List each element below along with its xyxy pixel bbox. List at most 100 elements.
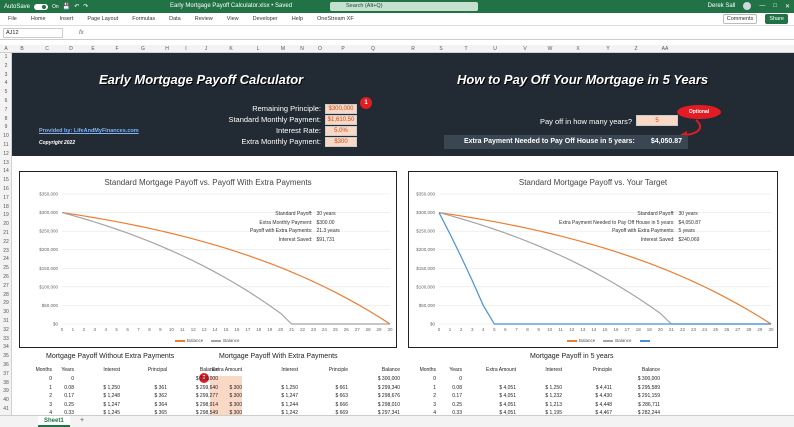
table-cell[interactable]: $ 4,051 <box>470 392 516 400</box>
standard-payment-value[interactable]: $1,610.50 <box>325 115 357 125</box>
close-icon[interactable]: ✕ <box>785 3 790 10</box>
table-cell[interactable]: 0.25 <box>54 401 74 409</box>
table-cell[interactable]: $ 4,448 <box>570 401 612 409</box>
table-cell[interactable]: $ 300 <box>196 392 242 400</box>
row-header[interactable]: 34 <box>0 344 12 350</box>
row-header[interactable]: 37 <box>0 371 12 377</box>
column-header[interactable]: O <box>318 45 322 53</box>
table-cell[interactable]: 0 <box>410 375 436 383</box>
column-header[interactable]: I <box>185 45 186 53</box>
table-cell[interactable]: $ 298,676 <box>358 392 400 400</box>
row-header[interactable]: 39 <box>0 388 12 394</box>
tab-insert[interactable]: Insert <box>60 16 74 22</box>
row-header[interactable]: 3 <box>0 72 12 78</box>
chart-your-target[interactable]: Standard Mortgage Payoff vs. Your Target… <box>408 171 778 348</box>
save-icon[interactable]: 💾 <box>63 3 70 10</box>
column-header[interactable]: V <box>523 45 526 53</box>
column-header[interactable]: W <box>548 45 553 53</box>
table-cell[interactable]: $ 1,244 <box>254 401 298 409</box>
minimize-icon[interactable]: — <box>759 3 765 9</box>
tab-developer[interactable]: Developer <box>253 16 278 22</box>
column-header[interactable]: AA <box>662 45 669 53</box>
row-header[interactable]: 9 <box>0 124 12 130</box>
table-cell[interactable]: 1 <box>410 384 436 392</box>
table-cell[interactable]: $ 362 <box>131 392 167 400</box>
row-header[interactable]: 27 <box>0 283 12 289</box>
row-header[interactable]: 6 <box>0 98 12 104</box>
table-cell[interactable]: $ 1,248 <box>84 392 120 400</box>
row-header[interactable]: 35 <box>0 353 12 359</box>
table-cell[interactable]: 0.17 <box>54 392 74 400</box>
table-cell[interactable]: $ 1,250 <box>84 384 120 392</box>
redo-icon[interactable]: ↷ <box>83 3 88 10</box>
table-cell[interactable]: $ 1,247 <box>254 392 298 400</box>
row-header[interactable]: 7 <box>0 107 12 113</box>
row-header[interactable]: 21 <box>0 230 12 236</box>
column-header[interactable]: R <box>411 45 415 53</box>
column-header[interactable]: G <box>141 45 145 53</box>
row-header[interactable]: 23 <box>0 248 12 254</box>
row-header[interactable]: 13 <box>0 160 12 166</box>
table-cell[interactable]: $ 300,000 <box>176 375 218 383</box>
undo-icon[interactable]: ↶ <box>74 3 79 10</box>
row-header[interactable]: 18 <box>0 204 12 210</box>
column-header[interactable]: C <box>45 45 49 53</box>
column-header[interactable]: F <box>115 45 118 53</box>
table-cell[interactable]: 0 <box>434 375 462 383</box>
column-header[interactable]: X <box>576 45 579 53</box>
row-header[interactable]: 29 <box>0 300 12 306</box>
table-cell[interactable]: 0 <box>26 375 52 383</box>
table-cell[interactable]: $ 4,430 <box>570 392 612 400</box>
table-cell[interactable]: $ 291,159 <box>618 392 660 400</box>
column-header[interactable]: N <box>300 45 304 53</box>
sheet-tab[interactable]: Sheet1 <box>38 416 70 427</box>
table-cell[interactable]: 3 <box>410 401 436 409</box>
column-header[interactable]: S <box>439 45 442 53</box>
fx-icon[interactable]: fx <box>79 30 84 36</box>
row-header[interactable]: 24 <box>0 256 12 262</box>
share-button[interactable]: Share <box>765 14 788 24</box>
row-header[interactable]: 36 <box>0 362 12 368</box>
row-header[interactable]: 30 <box>0 309 12 315</box>
table-cell[interactable]: $ 4,411 <box>570 384 612 392</box>
row-header[interactable]: 41 <box>0 406 12 412</box>
tab-data[interactable]: Data <box>169 16 181 22</box>
table-cell[interactable]: $ 300 <box>196 384 242 392</box>
table-cell[interactable]: 1 <box>26 384 52 392</box>
provided-by-link[interactable]: Provided by: LifeAndMyFinances.com <box>39 128 139 134</box>
row-header[interactable]: 26 <box>0 274 12 280</box>
tab-page-layout[interactable]: Page Layout <box>87 16 118 22</box>
row-header[interactable]: 38 <box>0 380 12 386</box>
chart-extra-payments[interactable]: Standard Mortgage Payoff vs. Payoff With… <box>19 171 397 348</box>
table-cell[interactable]: $ 1,232 <box>524 392 562 400</box>
avatar[interactable] <box>743 2 752 10</box>
column-header[interactable]: L <box>257 45 260 53</box>
comments-button[interactable]: Comments <box>722 14 758 24</box>
search-input[interactable]: Search (Alt+Q) <box>330 2 478 11</box>
table-cell[interactable]: $ 661 <box>302 384 348 392</box>
autosave-toggle[interactable] <box>34 3 49 10</box>
table-cell[interactable]: $ 663 <box>302 392 348 400</box>
row-header[interactable]: 20 <box>0 221 12 227</box>
interest-rate-input[interactable]: 5.0% <box>325 126 357 136</box>
row-header[interactable]: 25 <box>0 265 12 271</box>
row-header[interactable]: 8 <box>0 116 12 122</box>
table-cell[interactable]: 0.08 <box>434 384 462 392</box>
row-header[interactable]: 28 <box>0 292 12 298</box>
column-header[interactable]: A <box>4 45 7 53</box>
tab-onestream[interactable]: OneStream XF <box>317 16 354 22</box>
column-header[interactable]: J <box>205 45 208 53</box>
row-header[interactable]: 15 <box>0 177 12 183</box>
table-cell[interactable]: $ 1,213 <box>524 401 562 409</box>
row-header[interactable]: 12 <box>0 151 12 157</box>
row-header[interactable]: 4 <box>0 80 12 86</box>
table-cell[interactable]: $ 4,051 <box>470 384 516 392</box>
table-cell[interactable]: $ 361 <box>131 384 167 392</box>
row-header[interactable]: 22 <box>0 239 12 245</box>
tab-view[interactable]: View <box>227 16 239 22</box>
table-cell[interactable]: 0 <box>54 375 74 383</box>
table-cell[interactable]: $ 1,247 <box>84 401 120 409</box>
row-header[interactable]: 31 <box>0 318 12 324</box>
tab-help[interactable]: Help <box>292 16 303 22</box>
row-header[interactable]: 1 <box>0 54 12 60</box>
